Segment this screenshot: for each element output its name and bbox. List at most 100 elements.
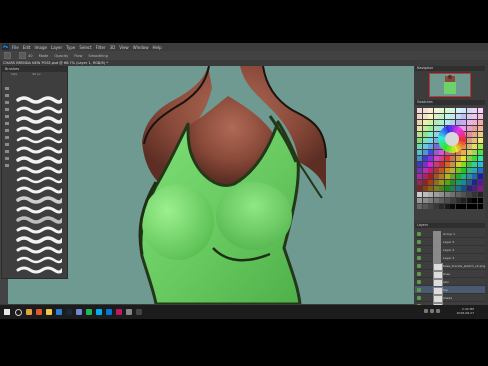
brush-tip-icon[interactable] xyxy=(5,136,9,139)
color-swatch[interactable] xyxy=(477,204,483,209)
color-swatch[interactable] xyxy=(433,156,439,161)
color-swatch[interactable] xyxy=(444,204,450,209)
color-swatch[interactable] xyxy=(422,150,428,155)
color-swatch[interactable] xyxy=(472,156,477,161)
mail-icon[interactable] xyxy=(106,309,112,315)
color-swatch[interactable] xyxy=(417,132,422,137)
color-swatch[interactable] xyxy=(472,174,477,179)
color-swatch[interactable] xyxy=(428,144,433,149)
color-swatch[interactable] xyxy=(466,126,472,131)
visibility-eye-icon[interactable] xyxy=(417,272,421,276)
discord-icon[interactable] xyxy=(76,309,82,315)
navigator-thumbnail[interactable] xyxy=(429,73,471,97)
color-swatch[interactable] xyxy=(450,156,455,161)
color-swatch[interactable] xyxy=(422,186,428,191)
color-swatch[interactable] xyxy=(472,138,477,143)
menu-help[interactable]: Help xyxy=(152,45,161,50)
color-swatch[interactable] xyxy=(433,186,439,191)
color-swatch[interactable] xyxy=(422,192,428,197)
color-swatch[interactable] xyxy=(428,156,433,161)
layer-row[interactable]: shade xyxy=(415,294,485,303)
menu-layer[interactable]: Layer xyxy=(51,45,62,50)
color-swatch[interactable] xyxy=(477,198,483,203)
clock[interactable]: 2:44 PM 2018-08-27 xyxy=(457,307,474,315)
color-swatch[interactable] xyxy=(444,180,450,185)
menu-type[interactable]: Type xyxy=(66,45,75,50)
color-swatch[interactable] xyxy=(466,168,472,173)
color-swatch[interactable] xyxy=(439,186,444,191)
media-icon[interactable] xyxy=(116,309,122,315)
visibility-eye-icon[interactable] xyxy=(417,232,421,236)
color-swatch[interactable] xyxy=(450,186,455,191)
color-swatch[interactable] xyxy=(422,156,428,161)
color-swatch[interactable] xyxy=(417,156,422,161)
color-swatch[interactable] xyxy=(439,198,444,203)
color-swatch[interactable] xyxy=(450,198,455,203)
color-swatch[interactable] xyxy=(422,180,428,185)
color-swatch[interactable] xyxy=(466,204,472,209)
color-swatch[interactable] xyxy=(477,132,483,137)
color-swatch[interactable] xyxy=(417,192,422,197)
color-swatch[interactable] xyxy=(422,198,428,203)
color-swatch[interactable] xyxy=(455,204,461,209)
document-canvas[interactable] xyxy=(8,66,414,304)
color-swatch[interactable] xyxy=(444,162,450,167)
color-swatch[interactable] xyxy=(422,162,428,167)
steam-icon[interactable] xyxy=(66,309,72,315)
color-swatch[interactable] xyxy=(477,168,483,173)
color-swatch[interactable] xyxy=(444,108,450,113)
color-swatch[interactable] xyxy=(422,204,428,209)
brush-size-picker[interactable]: 40 xyxy=(19,52,33,59)
layer-row[interactable]: lines xyxy=(415,270,485,279)
volume-icon[interactable] xyxy=(430,309,434,313)
color-swatch[interactable] xyxy=(477,108,483,113)
layer-row[interactable]: base_brenda_sketch_v2.png xyxy=(415,262,485,271)
color-swatch[interactable] xyxy=(444,192,450,197)
color-swatch[interactable] xyxy=(450,192,455,197)
color-swatch[interactable] xyxy=(433,198,439,203)
color-swatch[interactable] xyxy=(444,168,450,173)
color-swatch[interactable] xyxy=(439,204,444,209)
color-swatch[interactable] xyxy=(428,150,433,155)
layer-group-row[interactable]: Layer 4 xyxy=(415,246,485,255)
color-swatch[interactable] xyxy=(417,168,422,173)
layer-row[interactable]: top xyxy=(415,286,485,295)
photoshop-icon[interactable] xyxy=(56,309,62,315)
color-swatch[interactable] xyxy=(477,174,483,179)
color-swatch[interactable] xyxy=(439,156,444,161)
color-swatch[interactable] xyxy=(472,150,477,155)
chrome-icon[interactable] xyxy=(26,309,32,315)
battery-icon[interactable] xyxy=(436,309,440,313)
color-swatch[interactable] xyxy=(466,156,472,161)
firefox-icon[interactable] xyxy=(36,309,42,315)
color-swatch[interactable] xyxy=(450,114,455,119)
color-swatch[interactable] xyxy=(466,174,472,179)
color-swatch[interactable] xyxy=(422,138,428,143)
visibility-eye-icon[interactable] xyxy=(417,248,421,252)
color-swatch[interactable] xyxy=(417,144,422,149)
visibility-eye-icon[interactable] xyxy=(417,288,421,292)
brush-tip-icon[interactable] xyxy=(5,101,9,104)
brush-tip-icon[interactable] xyxy=(5,87,9,90)
windows-start-icon[interactable] xyxy=(4,309,10,315)
color-swatch[interactable] xyxy=(444,114,450,119)
color-swatch[interactable] xyxy=(472,186,477,191)
color-swatch[interactable] xyxy=(466,120,472,125)
color-swatch[interactable] xyxy=(417,126,422,131)
color-swatch[interactable] xyxy=(472,114,477,119)
color-swatch[interactable] xyxy=(461,114,466,119)
menu-select[interactable]: Select xyxy=(79,45,91,50)
search-icon[interactable] xyxy=(15,308,22,316)
color-swatch[interactable] xyxy=(433,180,439,185)
color-swatch[interactable] xyxy=(417,138,422,143)
color-swatch[interactable] xyxy=(461,186,466,191)
brush-tip-icon[interactable] xyxy=(5,164,9,167)
layer-row[interactable]: skin xyxy=(415,278,485,287)
menu-3d[interactable]: 3D xyxy=(110,45,116,50)
color-swatch[interactable] xyxy=(477,150,483,155)
color-swatch[interactable] xyxy=(472,162,477,167)
color-swatch[interactable] xyxy=(450,204,455,209)
color-swatch[interactable] xyxy=(450,162,455,167)
menu-edit[interactable]: Edit xyxy=(23,45,31,50)
visibility-eye-icon[interactable] xyxy=(417,264,421,268)
